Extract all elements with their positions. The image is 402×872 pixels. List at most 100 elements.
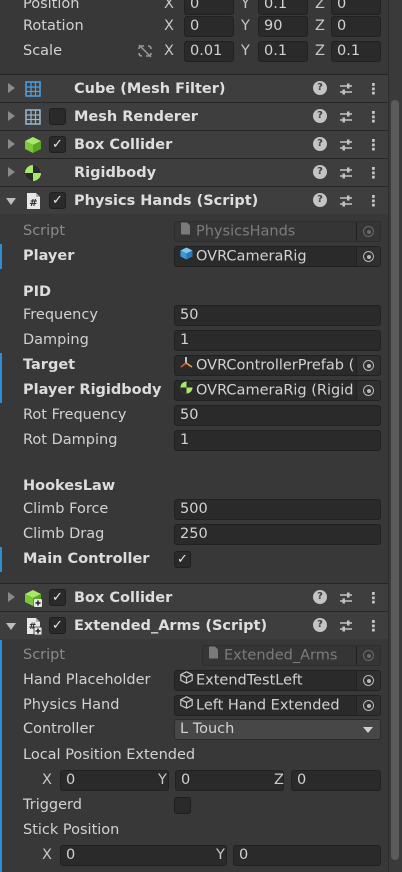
rot-frequency-field[interactable]: 50 bbox=[174, 405, 381, 426]
scale-y-field[interactable]: 0.1 bbox=[258, 41, 308, 62]
help-icon[interactable]: ? bbox=[313, 165, 327, 179]
mesh-filter-icon bbox=[25, 81, 41, 97]
expand-arrow-icon[interactable] bbox=[6, 623, 16, 630]
axis-x-label: X bbox=[42, 847, 52, 863]
expand-arrow-icon[interactable] bbox=[6, 198, 16, 205]
local-position-y-field[interactable]: 0 bbox=[175, 770, 284, 791]
presets-icon[interactable] bbox=[338, 109, 354, 125]
extended-arms-enabled-checkbox[interactable]: ✓ bbox=[49, 617, 66, 634]
context-menu-icon[interactable]: ⋮ bbox=[366, 80, 381, 98]
help-icon[interactable]: ? bbox=[313, 137, 327, 151]
help-icon[interactable]: ? bbox=[313, 590, 327, 604]
axis-y-label: Y bbox=[158, 772, 167, 788]
main-controller-checkbox[interactable]: ✓ bbox=[174, 551, 191, 568]
physics-hands-header[interactable]: # ✓ Physics Hands (Script) ? ⋮ bbox=[0, 186, 388, 214]
frequency-field[interactable]: 50 bbox=[174, 305, 381, 326]
scale-label: Scale bbox=[23, 43, 63, 59]
context-menu-icon[interactable]: ⋮ bbox=[366, 589, 381, 607]
object-picker-icon[interactable] bbox=[356, 696, 380, 715]
box-collider-enabled-checkbox[interactable]: ✓ bbox=[49, 136, 66, 153]
presets-icon[interactable] bbox=[338, 618, 354, 634]
help-icon[interactable]: ? bbox=[313, 193, 327, 207]
presets-icon[interactable] bbox=[338, 193, 354, 209]
collapse-arrow-icon[interactable] bbox=[8, 592, 15, 602]
context-menu-icon[interactable]: ⋮ bbox=[366, 136, 381, 154]
pid-header-row: PID bbox=[0, 280, 388, 305]
climb-force-field[interactable]: 500 bbox=[174, 499, 381, 520]
target-label: Target bbox=[23, 357, 76, 373]
controller-row: Controller L Touch bbox=[0, 717, 388, 742]
physics-hand-field[interactable]: Left Hand Extended bbox=[174, 695, 381, 716]
player-field[interactable]: OVRCameraRig bbox=[174, 246, 381, 267]
context-menu-icon[interactable]: ⋮ bbox=[366, 164, 381, 182]
object-picker-icon bbox=[356, 646, 380, 665]
main-controller-row: Main Controller ✓ bbox=[0, 547, 388, 572]
axis-z-label: Z bbox=[315, 18, 325, 34]
help-icon[interactable]: ? bbox=[313, 109, 327, 123]
help-icon[interactable]: ? bbox=[313, 618, 327, 632]
scrollbar-thumb[interactable] bbox=[391, 100, 399, 860]
mesh-filter-title: Cube (Mesh Filter) bbox=[74, 81, 226, 97]
hand-placeholder-value: ExtendTestLeft bbox=[196, 672, 303, 689]
object-picker-icon[interactable] bbox=[356, 247, 380, 266]
script-file-icon bbox=[208, 646, 222, 665]
rot-damping-field[interactable]: 1 bbox=[174, 430, 381, 451]
presets-icon[interactable] bbox=[338, 165, 354, 181]
presets-icon[interactable] bbox=[338, 137, 354, 153]
climb-drag-label: Climb Drag bbox=[23, 526, 105, 542]
collapse-arrow-icon[interactable] bbox=[8, 167, 15, 177]
mesh-renderer-enabled-checkbox[interactable] bbox=[49, 108, 66, 125]
mesh-renderer-header[interactable]: Mesh Renderer ? ⋮ bbox=[0, 102, 388, 130]
mesh-filter-header[interactable]: Cube (Mesh Filter) ? ⋮ bbox=[0, 74, 388, 102]
player-rigidbody-field[interactable]: OVRCameraRig (Rigid bbox=[174, 380, 381, 401]
presets-icon[interactable] bbox=[338, 81, 354, 97]
object-picker-icon[interactable] bbox=[356, 381, 380, 400]
help-icon[interactable]: ? bbox=[313, 81, 327, 95]
presets-icon[interactable] bbox=[338, 590, 354, 606]
scale-x-field[interactable]: 0.01 bbox=[184, 41, 234, 62]
collapse-arrow-icon[interactable] bbox=[8, 139, 15, 149]
scale-z-field[interactable]: 0.1 bbox=[331, 41, 381, 62]
physics-hands-enabled-checkbox[interactable]: ✓ bbox=[49, 192, 66, 209]
object-picker-icon[interactable] bbox=[356, 671, 380, 690]
axis-x-label: X bbox=[42, 772, 52, 788]
rigidbody-title: Rigidbody bbox=[74, 165, 157, 181]
box-collider-2-enabled-checkbox[interactable]: ✓ bbox=[49, 589, 66, 606]
damping-field[interactable]: 1 bbox=[174, 330, 381, 351]
rotation-y-field[interactable]: 90 bbox=[258, 16, 308, 37]
triggerd-checkbox[interactable] bbox=[174, 797, 191, 814]
inspector-scrollbar[interactable] bbox=[388, 0, 402, 872]
rot-frequency-label: Rot Frequency bbox=[23, 407, 127, 423]
local-position-z-field[interactable]: 0 bbox=[291, 770, 381, 791]
position-y-field[interactable]: 0.1 bbox=[258, 0, 308, 15]
rotation-x-field[interactable]: 0 bbox=[184, 16, 234, 37]
local-position-x-field[interactable]: 0 bbox=[60, 770, 169, 791]
controller-dropdown[interactable]: L Touch bbox=[174, 719, 381, 740]
extended-arms-header[interactable]: # ✓ Extended_Arms (Script) ? ⋮ bbox=[0, 611, 388, 639]
stick-position-x-field[interactable]: 0 bbox=[60, 845, 227, 866]
climb-drag-field[interactable]: 250 bbox=[174, 524, 381, 545]
script-label: Script bbox=[23, 223, 66, 239]
rot-damping-row: Rot Damping 1 bbox=[0, 428, 388, 453]
box-collider-header[interactable]: ✓ Box Collider ? ⋮ bbox=[0, 130, 388, 158]
script-icon: # bbox=[27, 193, 40, 209]
controller-label: Controller bbox=[23, 721, 95, 737]
gameobject-cube-icon bbox=[180, 671, 194, 690]
collapse-arrow-icon[interactable] bbox=[8, 111, 15, 121]
rotation-z-field[interactable]: 0 bbox=[331, 16, 381, 37]
box-collider-2-header[interactable]: ✓ Box Collider ? ⋮ bbox=[0, 583, 388, 611]
hand-placeholder-field[interactable]: ExtendTestLeft bbox=[174, 670, 381, 691]
collapse-arrow-icon[interactable] bbox=[8, 83, 15, 93]
position-x-field[interactable]: 0 bbox=[184, 0, 234, 15]
object-picker-icon[interactable] bbox=[356, 356, 380, 375]
rigidbody-header[interactable]: Rigidbody ? ⋮ bbox=[0, 158, 388, 186]
context-menu-icon[interactable]: ⋮ bbox=[366, 108, 381, 126]
target-field[interactable]: OVRControllerPrefab ( bbox=[174, 355, 381, 376]
context-menu-icon[interactable]: ⋮ bbox=[366, 192, 381, 210]
constrain-proportions-icon[interactable] bbox=[137, 44, 153, 58]
box-collider-title: Box Collider bbox=[74, 137, 173, 153]
damping-label: Damping bbox=[23, 332, 89, 348]
context-menu-icon[interactable]: ⋮ bbox=[366, 617, 381, 635]
stick-position-y-field[interactable]: 0 bbox=[233, 845, 381, 866]
position-z-field[interactable]: 0 bbox=[331, 0, 381, 15]
